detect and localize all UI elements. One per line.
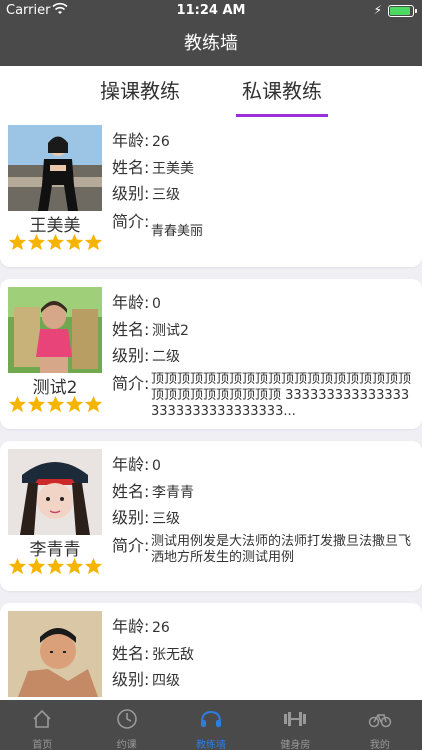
level-field: 级别: 四级 — [112, 666, 180, 690]
level-value: 四级 — [152, 673, 180, 689]
coach-photo — [8, 449, 102, 535]
intro-field: 简介: — [112, 370, 152, 394]
name-label: 姓名: — [112, 644, 150, 663]
name-field: 姓名: 李青青 — [112, 478, 194, 502]
name-value: 王美美 — [152, 161, 194, 177]
coach-card[interactable]: 王美美 年龄: 26 姓名: 王美美 级别: 三级 简介: 青春美丽 — [0, 117, 422, 267]
intro-label: 简介: — [112, 374, 150, 393]
star-icon — [46, 557, 65, 576]
age-value: 26 — [152, 620, 170, 636]
coach-photo — [8, 125, 102, 211]
tab-mine-label: 我的 — [369, 740, 390, 750]
tab-coach-wall[interactable]: 教练墙 — [169, 700, 253, 750]
level-value: 三级 — [152, 511, 180, 527]
age-field: 年龄: 26 — [112, 613, 170, 637]
star-icon — [8, 233, 27, 252]
name-field: 姓名: 测试2 — [112, 316, 189, 340]
age-field: 年龄: 26 — [112, 127, 170, 151]
coach-card[interactable]: 李青青 年龄: 0 姓名: 李青青 级别: 三级 简介: 测试用例发是大法师的法师打发… — [0, 441, 422, 591]
bicycle-icon — [368, 708, 392, 733]
tab-booking-label: 约课 — [116, 740, 137, 750]
level-label: 级别: — [112, 670, 150, 689]
name-label: 姓名: — [112, 320, 150, 339]
level-field: 级别: 二级 — [112, 342, 180, 366]
level-field: 级别: 三级 — [112, 180, 180, 204]
age-label: 年龄: — [112, 617, 150, 636]
star-icon — [84, 233, 103, 252]
rating-stars — [8, 557, 104, 576]
age-value: 26 — [152, 134, 170, 150]
coach-icon — [199, 708, 223, 733]
coach-card[interactable]: 年龄: 26 姓名: 张无敌 级别: 四级 — [0, 603, 422, 713]
dumbbell-icon — [282, 708, 308, 733]
page-title: 教练墙 — [184, 33, 238, 54]
intro-field: 简介: — [112, 208, 152, 232]
star-icon — [27, 557, 46, 576]
clock-time: 11:24 AM — [176, 3, 246, 18]
tab-gym[interactable]: 健身房 — [253, 700, 337, 750]
star-icon — [65, 233, 84, 252]
clock-icon — [116, 708, 138, 733]
name-label: 姓名: — [112, 158, 150, 177]
tab-coach-wall-label: 教练墙 — [196, 740, 227, 750]
bottom-tab-bar: 首页 约课 教练墙 健身房 我的 — [0, 700, 422, 750]
intro-text: 测试用例发是大法师的法师打发撒旦法撒旦飞洒地方所发生的测试用例 — [151, 534, 412, 565]
age-value: 0 — [152, 458, 161, 474]
name-field: 姓名: 王美美 — [112, 154, 194, 178]
age-field: 年龄: 0 — [112, 451, 161, 475]
intro-text: 青春美丽 — [151, 224, 204, 239]
battery-icon — [388, 5, 417, 17]
intro-label: 简介: — [112, 212, 150, 231]
age-value: 0 — [152, 296, 161, 312]
charging-icon: ⚡ — [373, 3, 382, 17]
tab-class-coach[interactable]: 操课教练 — [90, 66, 190, 118]
star-icon — [84, 395, 103, 414]
intro-label: 简介: — [112, 536, 150, 555]
tab-mine[interactable]: 我的 — [338, 700, 422, 750]
star-icon — [84, 557, 103, 576]
star-icon — [65, 395, 84, 414]
intro-field: 简介: — [112, 532, 152, 556]
status-bar: Carrier 11:24 AM ⚡ — [0, 0, 422, 22]
star-icon — [8, 395, 27, 414]
coach-type-tabs: 操课教练 私课教练 — [0, 66, 422, 118]
coach-photo — [8, 611, 102, 697]
name-value: 测试2 — [152, 323, 189, 339]
home-icon — [31, 708, 53, 733]
name-label: 姓名: — [112, 482, 150, 501]
rating-stars — [8, 395, 104, 414]
intro-text: 顶顶顶顶顶顶顶顶顶顶顶顶顶顶顶顶顶顶顶顶顶顶顶顶顶顶顶顶顶顶 333333333… — [151, 372, 412, 419]
name-field: 姓名: 张无敌 — [112, 640, 194, 664]
age-label: 年龄: — [112, 131, 150, 150]
level-value: 二级 — [152, 349, 180, 365]
level-label: 级别: — [112, 346, 150, 365]
star-icon — [27, 395, 46, 414]
age-label: 年龄: — [112, 293, 150, 312]
rating-stars — [8, 233, 104, 252]
name-value: 张无敌 — [152, 647, 194, 663]
star-icon — [65, 557, 84, 576]
level-label: 级别: — [112, 184, 150, 203]
coach-photo — [8, 287, 102, 373]
star-icon — [27, 233, 46, 252]
name-value: 李青青 — [152, 485, 194, 501]
tab-gym-label: 健身房 — [280, 740, 311, 750]
nav-bar: 教练墙 — [0, 22, 422, 66]
level-field: 级别: 三级 — [112, 504, 180, 528]
tab-home-label: 首页 — [32, 740, 53, 750]
star-icon — [46, 395, 65, 414]
tab-private-coach[interactable]: 私课教练 — [236, 66, 328, 118]
star-icon — [46, 233, 65, 252]
star-icon — [8, 557, 27, 576]
coach-card[interactable]: 测试2 年龄: 0 姓名: 测试2 级别: 二级 简介: 顶顶顶顶顶顶顶顶顶顶顶顶顶顶… — [0, 279, 422, 429]
level-value: 三级 — [152, 187, 180, 203]
tab-home[interactable]: 首页 — [0, 700, 84, 750]
level-label: 级别: — [112, 508, 150, 527]
tab-booking[interactable]: 约课 — [84, 700, 168, 750]
age-field: 年龄: 0 — [112, 289, 161, 313]
age-label: 年龄: — [112, 455, 150, 474]
